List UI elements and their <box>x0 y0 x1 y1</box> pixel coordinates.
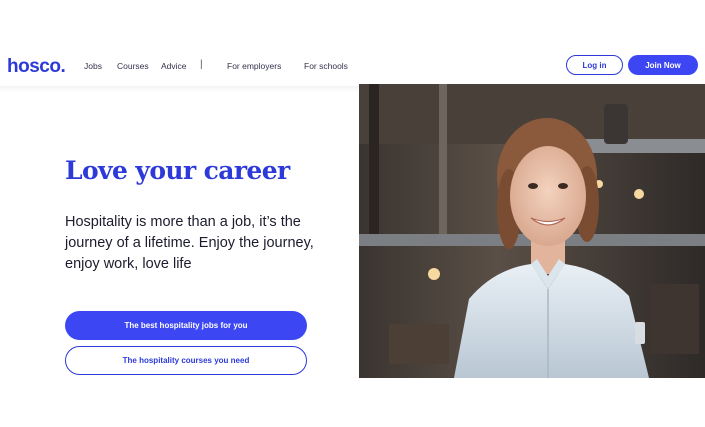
hero-subtitle: Hospitality is more than a job, it’s the… <box>65 214 314 272</box>
hospitality-jobs-button[interactable]: The best hospitality jobs for you <box>65 311 307 340</box>
nav-link-for-schools[interactable]: For schools <box>304 61 348 71</box>
hero-title: Love your career <box>65 156 290 185</box>
nav-link-for-employers[interactable]: For employers <box>227 61 281 71</box>
nav-link-jobs[interactable]: Jobs <box>84 61 102 71</box>
nav-link-courses[interactable]: Courses <box>117 61 149 71</box>
nav-link-advice[interactable]: Advice <box>161 61 187 71</box>
hero-top-shade <box>0 86 359 92</box>
hero-chef-photo <box>359 84 705 378</box>
login-button[interactable]: Log in <box>566 55 623 75</box>
join-now-button[interactable]: Join Now <box>628 55 698 75</box>
nav-separator: | <box>200 59 203 70</box>
hosco-logo[interactable]: hosco. <box>7 56 66 78</box>
hospitality-courses-button[interactable]: The hospitality courses you need <box>65 346 307 375</box>
